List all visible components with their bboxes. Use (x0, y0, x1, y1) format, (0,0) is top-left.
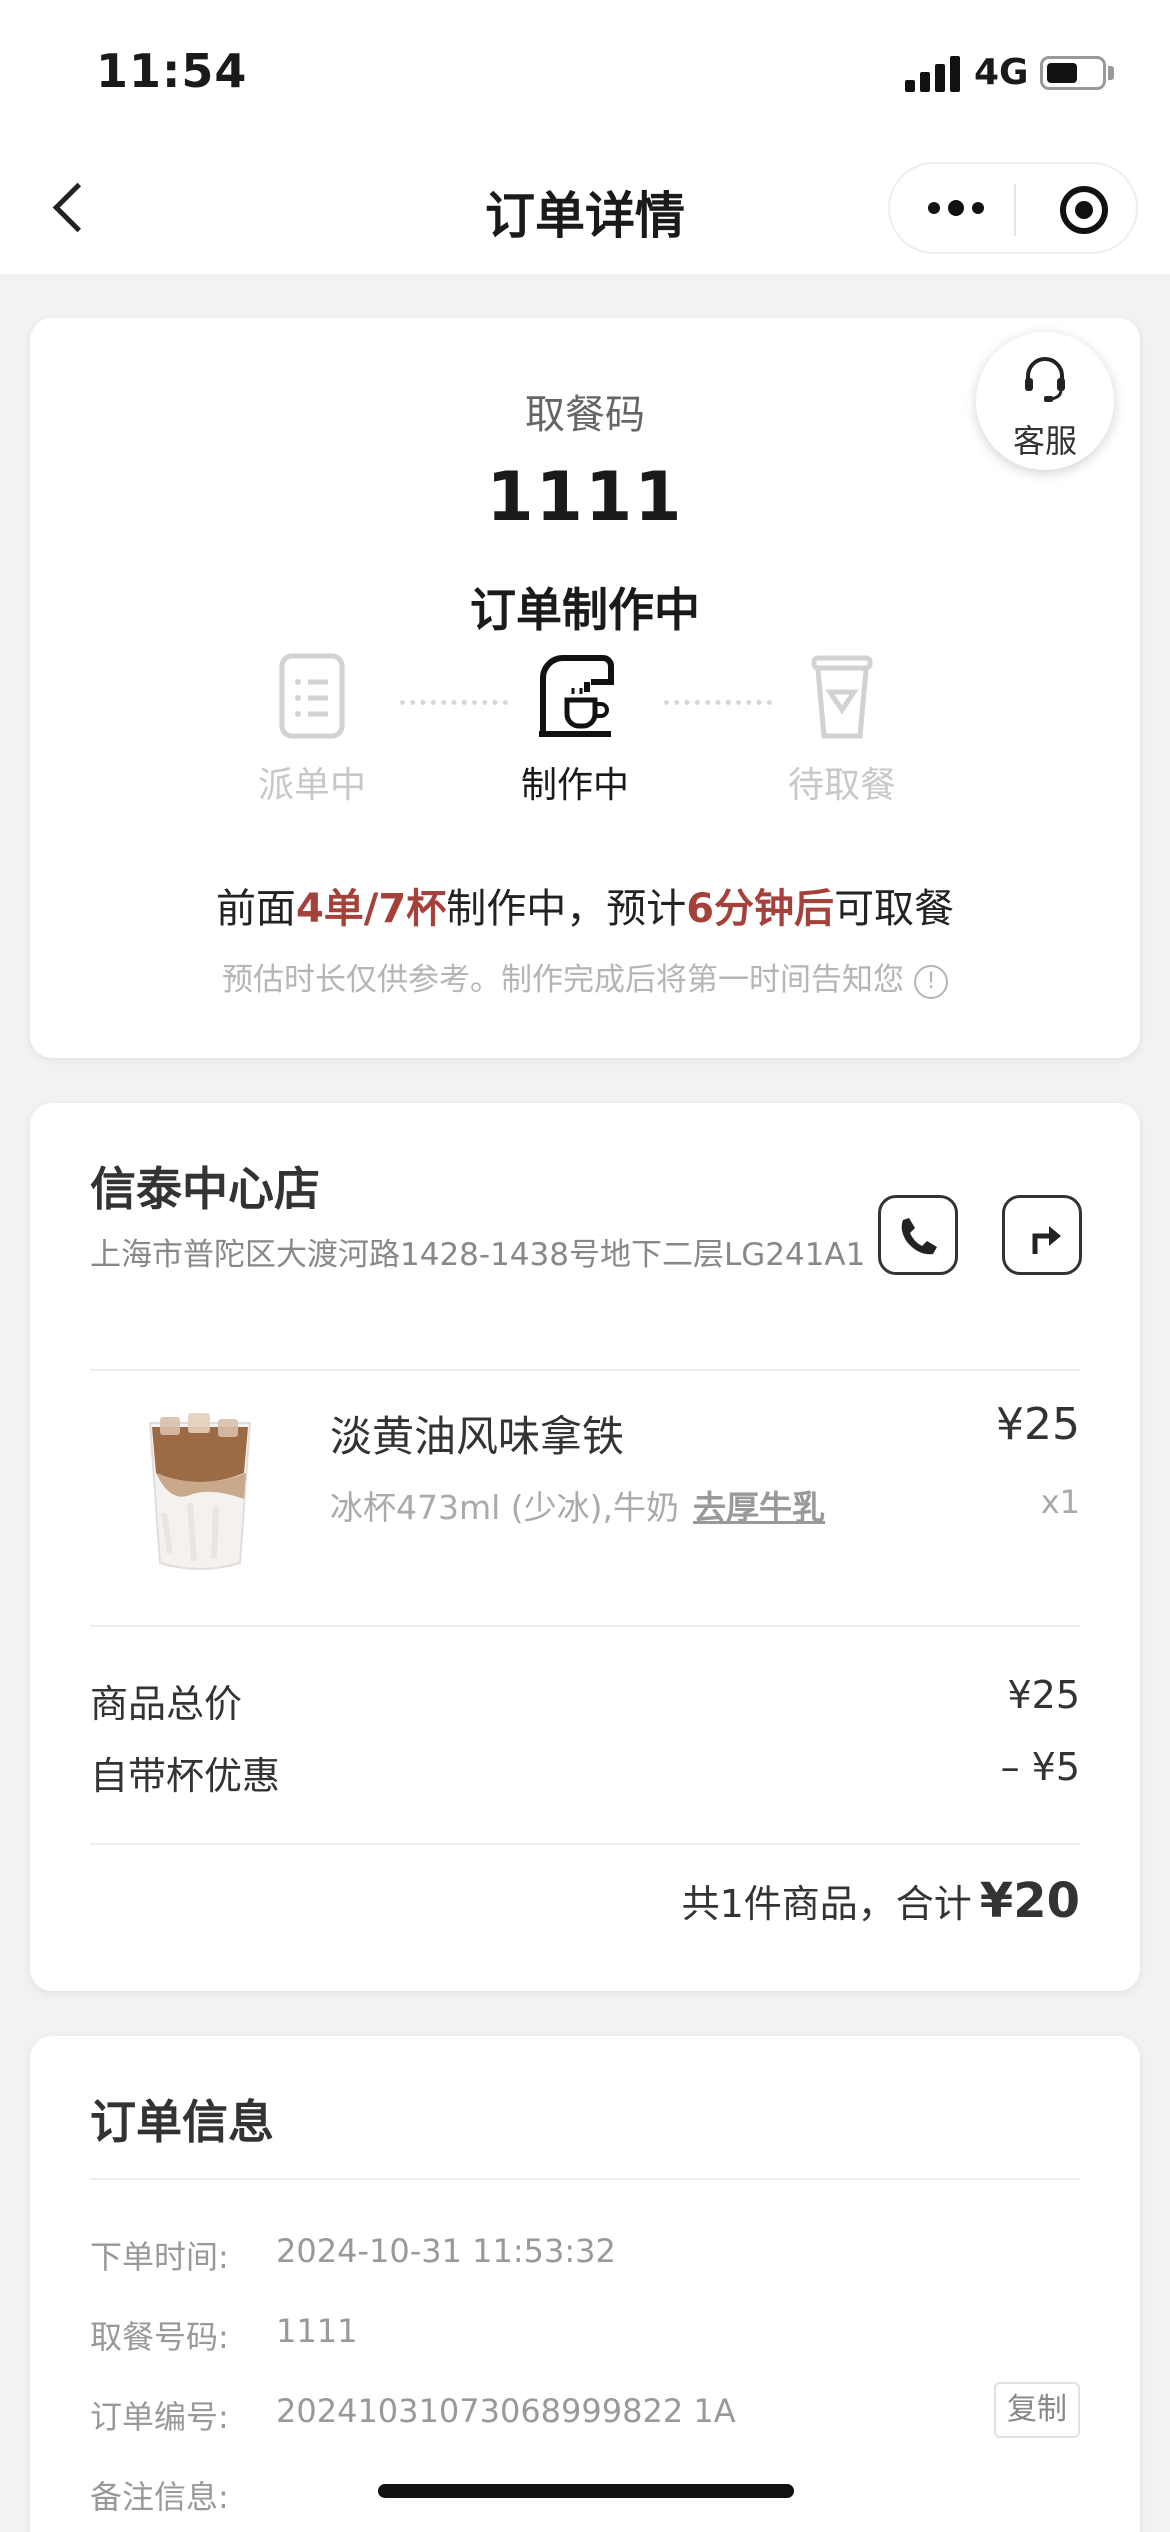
divider (90, 1369, 1080, 1371)
divider (90, 2178, 1080, 2180)
step-label: 制作中 (520, 765, 629, 806)
order-info-card: 订单信息 下单时间: 2024-10-31 11:53:32 取餐号码: 111… (30, 2036, 1140, 2532)
nav-bar: 订单详情 (0, 140, 1170, 274)
signal-icon (905, 56, 961, 92)
divider (90, 1625, 1080, 1627)
customer-service-label: 客服 (1012, 422, 1077, 460)
pickup-code: 1111 (486, 458, 684, 537)
customer-service-button[interactable]: 客服 (976, 332, 1114, 470)
status-time: 11:54 (96, 44, 248, 98)
navigation-icon (1032, 1226, 1061, 1254)
step-label: 派单中 (257, 765, 366, 806)
pickup-card: 取餐码 1111 订单制作中 客服 派单中 制作中 待取餐 前面4单/7杯制作中… (30, 318, 1140, 1058)
discount-label: 自带杯优惠 (90, 1754, 281, 1798)
phone-icon (901, 1218, 937, 1255)
capsule-divider (1014, 184, 1016, 236)
order-status: 订单制作中 (470, 583, 700, 637)
pickup-code-label: 取餐码 (525, 392, 645, 438)
battery-tip (1108, 66, 1114, 80)
battery-icon (1040, 56, 1106, 90)
store-address: 上海市普陀区大渡河路1428-1438号地下二层LG241A1 (90, 1237, 866, 1273)
info-icon[interactable]: ! (914, 964, 948, 999)
store-card: 信泰中心店 上海市普陀区大渡河路1428-1438号地下二层LG241A1 淡黄… (30, 1103, 1140, 1991)
step-dispatching: 派单中 (212, 648, 412, 808)
step-ready-pickup: 待取餐 (742, 648, 942, 808)
home-indicator[interactable] (378, 2484, 794, 2498)
item-spec-highlight: 去厚牛乳 (693, 1488, 826, 1527)
more-icon[interactable] (926, 188, 996, 228)
call-store-button[interactable] (878, 1195, 958, 1275)
status-bar: 11:54 4G (0, 0, 1170, 140)
item-spec: 冰杯473ml (少冰),牛奶 去厚牛乳 (330, 1488, 826, 1527)
iced-latte-image (148, 1413, 252, 1570)
subtotal-row: 商品总价 ¥25 (90, 1673, 1080, 1728)
estimate-note: 预估时长仅供参考。制作完成后将第一时间告知您! (30, 954, 1140, 999)
discount-value: – ¥5 (1000, 1745, 1080, 1789)
mini-program-capsule (888, 162, 1138, 254)
clipboard-icon (279, 653, 345, 739)
item-quantity: x1 (1040, 1483, 1080, 1521)
queue-status: 前面4单/7杯制作中，预计6分钟后可取餐 (215, 886, 955, 932)
subtotal-value: ¥25 (1007, 1673, 1080, 1717)
network-type: 4G (974, 52, 1029, 93)
item-price: ¥25 (996, 1399, 1080, 1450)
discount-row: 自带杯优惠 – ¥5 (90, 1745, 1080, 1800)
cup-icon (811, 655, 873, 739)
order-total: 共1件商品，合计 ¥20 (681, 1873, 1080, 1929)
divider (90, 1843, 1080, 1845)
queue-count: 4单/7杯 (295, 886, 447, 932)
step-label: 待取餐 (787, 765, 896, 806)
total-amount: ¥20 (979, 1873, 1080, 1929)
eta: 6分钟后 (686, 886, 835, 932)
item-name: 淡黄油风味拿铁 (330, 1412, 625, 1461)
coffee-machine-icon (539, 655, 614, 737)
copy-button[interactable]: 复制 (994, 2382, 1080, 2438)
headset-icon (1025, 357, 1065, 402)
store-name: 信泰中心店 (90, 1162, 320, 1216)
subtotal-label: 商品总价 (90, 1682, 243, 1726)
navigate-button[interactable] (1002, 1195, 1082, 1275)
close-program-icon[interactable] (1060, 186, 1108, 234)
order-info-title: 订单信息 (90, 2095, 274, 2149)
step-making: 制作中 (475, 648, 675, 808)
